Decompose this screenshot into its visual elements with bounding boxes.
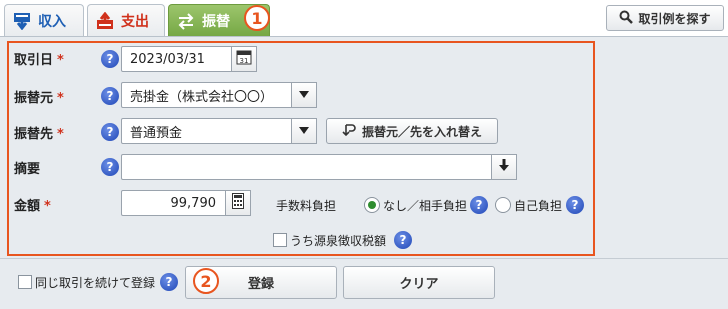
svg-text:31: 31: [240, 57, 249, 65]
withholding-checkbox[interactable]: [273, 233, 287, 247]
fee-self-help-icon[interactable]: ?: [566, 196, 584, 214]
repeat-label[interactable]: 同じ取引を続けて登録: [35, 274, 155, 291]
to-account-value: 普通預金: [130, 125, 183, 141]
search-examples-button[interactable]: 取引例を探す: [606, 5, 724, 31]
swap-icon: [342, 123, 356, 140]
fee-self-label[interactable]: 自己負担: [514, 197, 562, 214]
calculator-icon: [232, 193, 244, 213]
from-account-select[interactable]: 売掛金（株式会社〇〇）: [121, 82, 317, 108]
from-label: 振替元 *: [14, 91, 64, 106]
arrow-down-icon: [498, 158, 510, 176]
tab-expense-label: 支出: [121, 13, 149, 30]
amount-input[interactable]: 99,790: [121, 190, 251, 216]
fee-self-radio[interactable]: [495, 197, 511, 213]
tab-expense[interactable]: 支出: [87, 4, 165, 36]
fee-none-label[interactable]: なし／相手負担: [383, 197, 467, 214]
expense-icon: [96, 11, 114, 30]
search-examples-label: 取引例を探す: [638, 11, 711, 26]
calculator-button[interactable]: [225, 190, 251, 216]
step-marker-2: 2: [193, 268, 219, 294]
clear-button[interactable]: クリア: [343, 266, 495, 299]
clear-label: クリア: [399, 277, 439, 292]
calendar-button[interactable]: 31: [231, 46, 257, 72]
from-dropdown-button[interactable]: [291, 82, 317, 108]
swap-accounts-button[interactable]: 振替元／先を入れ替え: [326, 118, 498, 144]
from-account-value: 売掛金（株式会社〇〇）: [130, 89, 274, 105]
tab-bar: 収入 支出 振替 1 取引例を探す: [0, 0, 728, 36]
fee-none-radio[interactable]: [364, 197, 380, 213]
tab-income[interactable]: 収入: [4, 4, 84, 36]
tab-income-label: 収入: [38, 13, 66, 30]
to-account-select[interactable]: 普通預金: [121, 118, 317, 144]
to-dropdown-button[interactable]: [291, 118, 317, 144]
date-label: 取引日 *: [14, 53, 64, 68]
from-help-icon[interactable]: ?: [101, 87, 119, 105]
repeat-help-icon[interactable]: ?: [160, 273, 178, 291]
income-icon: [13, 12, 31, 30]
register-label: 登録: [247, 277, 274, 292]
to-help-icon[interactable]: ?: [101, 123, 119, 141]
tab-transfer-label: 振替: [202, 13, 230, 30]
swap-accounts-label: 振替元／先を入れ替え: [361, 124, 482, 139]
memo-suggest-button[interactable]: [491, 154, 517, 180]
transfer-arrows-icon: [177, 12, 195, 30]
chevron-down-icon: [299, 88, 309, 103]
date-field[interactable]: 2023/03/31 31: [121, 46, 257, 72]
form-highlight-frame: [7, 41, 595, 256]
withholding-help-icon[interactable]: ?: [394, 231, 412, 249]
fee-help-icon[interactable]: ?: [470, 196, 488, 214]
calendar-icon: 31: [236, 49, 252, 69]
to-label: 振替先 *: [14, 127, 64, 142]
amount-label: 金額 *: [14, 199, 51, 214]
date-help-icon[interactable]: ?: [101, 50, 119, 68]
repeat-checkbox[interactable]: [18, 275, 32, 289]
chevron-down-icon: [299, 124, 309, 139]
memo-help-icon[interactable]: ?: [101, 158, 119, 176]
step-marker-1: 1: [244, 5, 270, 31]
withholding-label[interactable]: うち源泉徴収税額: [290, 232, 386, 249]
fee-label: 手数料負担: [276, 199, 337, 213]
date-value: 2023/03/31: [130, 51, 205, 67]
search-icon: [619, 10, 634, 27]
memo-label: 摘要: [14, 162, 41, 177]
amount-value: 99,790: [170, 195, 217, 211]
memo-input[interactable]: [121, 154, 517, 180]
